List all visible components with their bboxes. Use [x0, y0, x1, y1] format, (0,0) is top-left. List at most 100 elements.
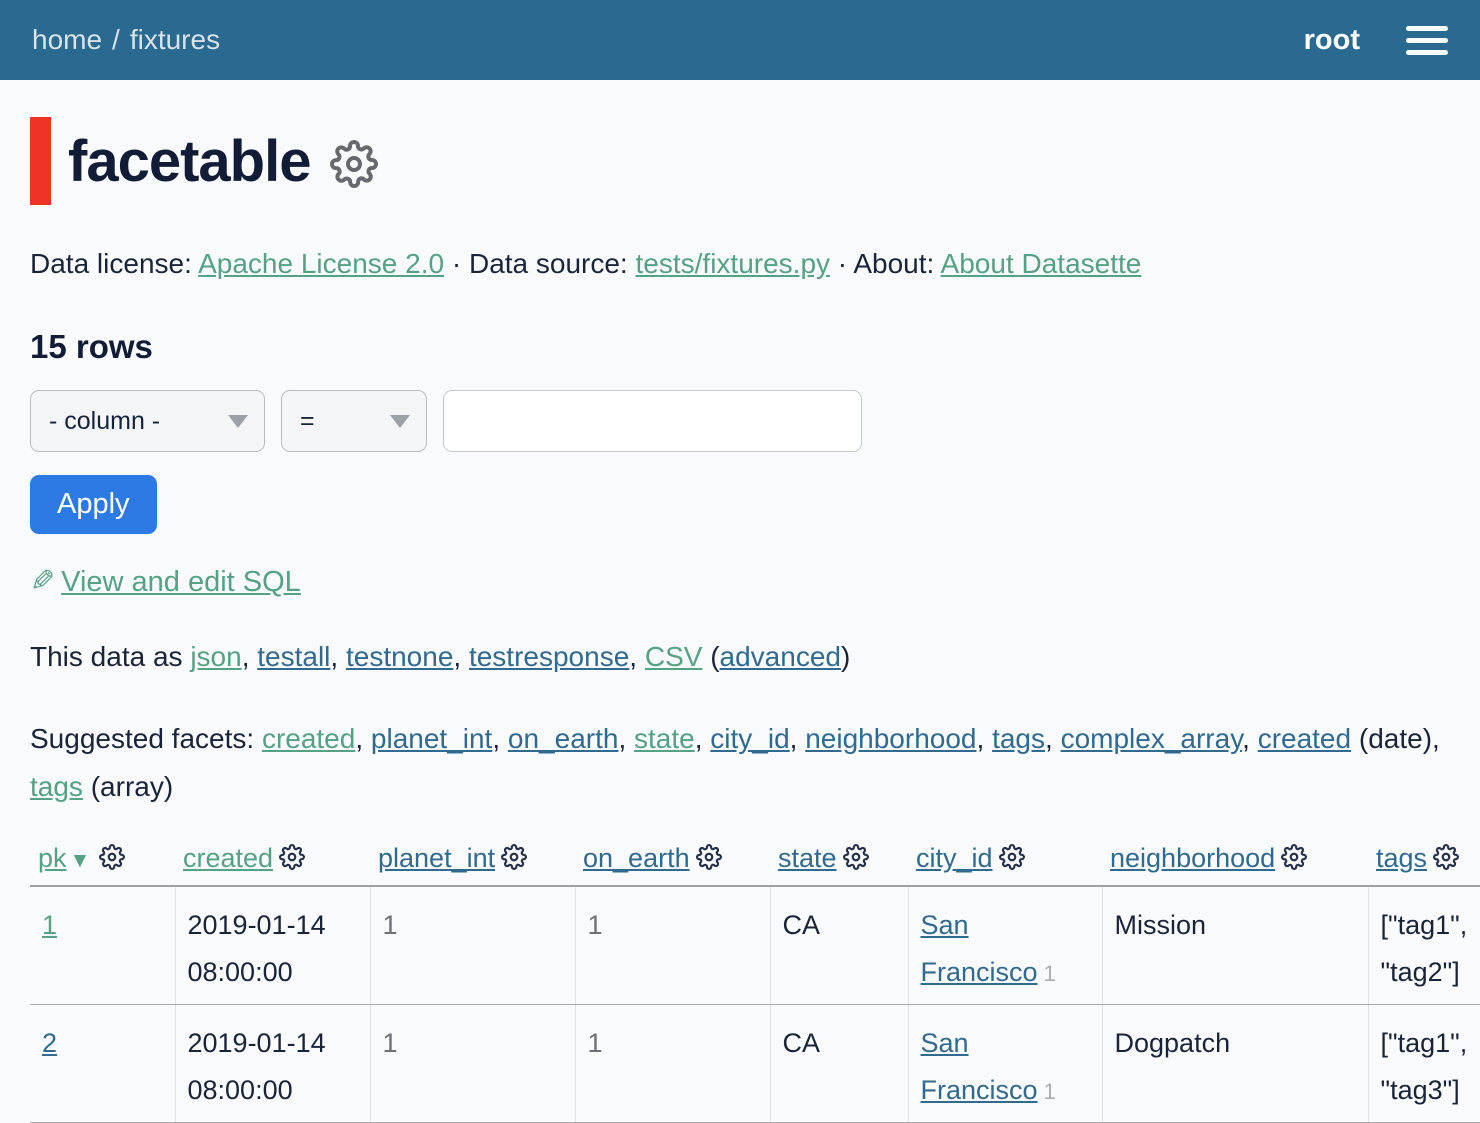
cell-state: CA: [770, 886, 908, 1004]
export-separator: ): [841, 641, 850, 672]
column-header-planet-int: planet_int: [370, 837, 575, 886]
meta-dot: ·: [452, 248, 461, 279]
facet-separator: ,: [790, 723, 806, 754]
column-cog-icon[interactable]: [696, 844, 722, 870]
column-header-created: created: [175, 837, 370, 886]
export-link-testall[interactable]: testall: [257, 641, 330, 672]
cell-neighborhood: Mission: [1102, 886, 1368, 1004]
facet-link-complex-array[interactable]: complex_array: [1061, 723, 1243, 754]
license-label: Data license:: [30, 248, 192, 279]
column-header-on-earth-link[interactable]: on_earth: [583, 843, 690, 873]
export-link-testresponse[interactable]: testresponse: [469, 641, 629, 672]
column-header-neighborhood-link[interactable]: neighborhood: [1110, 843, 1275, 873]
facet-separator: (array): [83, 771, 173, 802]
source-link[interactable]: tests/fixtures.py: [636, 248, 831, 279]
table-row: 1 2019-01-14 08:00:00 1 1 CA San Francis…: [30, 886, 1480, 1004]
column-cog-icon[interactable]: [1433, 844, 1459, 870]
facet-link-on-earth[interactable]: on_earth: [508, 723, 619, 754]
breadcrumb-home-link[interactable]: home: [32, 24, 102, 55]
row-pk-link[interactable]: 2: [42, 1028, 57, 1058]
column-header-created-link[interactable]: created: [183, 843, 273, 873]
hamburger-menu-icon[interactable]: [1406, 26, 1448, 55]
facets-prefix: Suggested facets:: [30, 723, 254, 754]
column-header-state-link[interactable]: state: [778, 843, 837, 873]
cell-neighborhood: Dogpatch: [1102, 1005, 1368, 1123]
suggested-facets: Suggested facets: created, planet_int, o…: [30, 715, 1470, 811]
facet-separator: ,: [492, 723, 508, 754]
facet-link-state[interactable]: state: [634, 723, 695, 754]
cell-planet-int: 1: [370, 1005, 575, 1123]
facet-link-created-date[interactable]: created: [1258, 723, 1351, 754]
facet-link-tags-array[interactable]: tags: [30, 771, 83, 802]
column-header-pk: pk▼: [30, 837, 175, 886]
facet-separator: (date),: [1351, 723, 1440, 754]
cell-tags: ["tag1", "tag2"]: [1368, 886, 1480, 1004]
breadcrumb-database-link[interactable]: fixtures: [130, 24, 220, 55]
column-header-tags: tags: [1368, 837, 1480, 886]
cell-tags: ["tag1", "tag3"]: [1368, 1005, 1480, 1123]
chevron-down-icon: [228, 415, 248, 428]
topbar-right: root: [1304, 24, 1448, 57]
cell-on-earth: 1: [575, 886, 770, 1004]
column-cog-icon[interactable]: [1281, 844, 1307, 870]
filter-column-select[interactable]: - column -: [30, 390, 265, 452]
meta-dot: ·: [838, 248, 847, 279]
city-raw-id: 1: [1044, 1079, 1056, 1104]
about-link[interactable]: About Datasette: [941, 248, 1142, 279]
export-link-advanced[interactable]: advanced: [720, 641, 841, 672]
filter-operator-select[interactable]: =: [281, 390, 427, 452]
export-prefix: This data as: [30, 641, 183, 672]
filter-row: - column - =: [30, 390, 1480, 452]
facet-link-created[interactable]: created: [262, 723, 355, 754]
city-link[interactable]: San Francisco: [921, 910, 1038, 986]
cell-created: 2019-01-14 08:00:00: [175, 1005, 370, 1123]
facet-link-neighborhood[interactable]: neighborhood: [805, 723, 976, 754]
title-row: facetable: [30, 116, 1480, 206]
filter-value-input[interactable]: [443, 390, 862, 452]
page-title: facetable: [68, 128, 310, 195]
chevron-down-icon: [390, 415, 410, 428]
results-table: pk▼ created planet_int on_earth state ci…: [30, 837, 1480, 1123]
export-separator: ,: [629, 641, 645, 672]
column-cog-icon[interactable]: [843, 844, 869, 870]
facet-link-tags[interactable]: tags: [992, 723, 1045, 754]
city-raw-id: 1: [1044, 961, 1056, 986]
column-header-state: state: [770, 837, 908, 886]
column-header-on-earth: on_earth: [575, 837, 770, 886]
row-pk-link[interactable]: 1: [42, 910, 57, 940]
column-header-pk-link[interactable]: pk: [38, 843, 67, 873]
breadcrumb: home/fixtures: [32, 24, 220, 56]
facet-separator: ,: [618, 723, 634, 754]
column-header-planet-int-link[interactable]: planet_int: [378, 843, 495, 873]
facet-separator: ,: [1045, 723, 1061, 754]
results-table-wrap: pk▼ created planet_int on_earth state ci…: [30, 837, 1480, 1123]
sort-desc-icon: ▼: [70, 849, 91, 872]
column-cog-icon[interactable]: [279, 844, 305, 870]
license-link[interactable]: Apache License 2.0: [198, 248, 444, 279]
export-links: This data as json, testall, testnone, te…: [30, 641, 1480, 673]
export-separator: ,: [330, 641, 346, 672]
facet-link-planet-int[interactable]: planet_int: [371, 723, 492, 754]
facet-separator: ,: [1242, 723, 1258, 754]
cell-city-id: San Francisco1: [908, 1005, 1102, 1123]
column-header-city-id-link[interactable]: city_id: [916, 843, 993, 873]
cell-on-earth: 1: [575, 1005, 770, 1123]
table-cog-icon[interactable]: [330, 140, 378, 188]
city-link[interactable]: San Francisco: [921, 1028, 1038, 1104]
column-cog-icon[interactable]: [501, 844, 527, 870]
export-link-csv[interactable]: CSV: [645, 641, 703, 672]
column-header-tags-link[interactable]: tags: [1376, 843, 1427, 873]
metadata-line: Data license: Apache License 2.0 · Data …: [30, 248, 1480, 280]
view-edit-sql-link[interactable]: View and edit SQL: [61, 566, 301, 598]
cell-city-id: San Francisco1: [908, 886, 1102, 1004]
apply-button[interactable]: Apply: [30, 475, 157, 534]
row-count: 15 rows: [30, 328, 1480, 366]
facet-link-city-id[interactable]: city_id: [710, 723, 789, 754]
filter-column-value: - column -: [49, 407, 160, 436]
column-cog-icon[interactable]: [999, 844, 1025, 870]
table-row: 2 2019-01-14 08:00:00 1 1 CA San Francis…: [30, 1005, 1480, 1123]
export-link-json[interactable]: json: [190, 641, 241, 672]
export-link-testnone[interactable]: testnone: [346, 641, 453, 672]
user-root-link[interactable]: root: [1304, 24, 1360, 57]
column-cog-icon[interactable]: [99, 844, 125, 870]
